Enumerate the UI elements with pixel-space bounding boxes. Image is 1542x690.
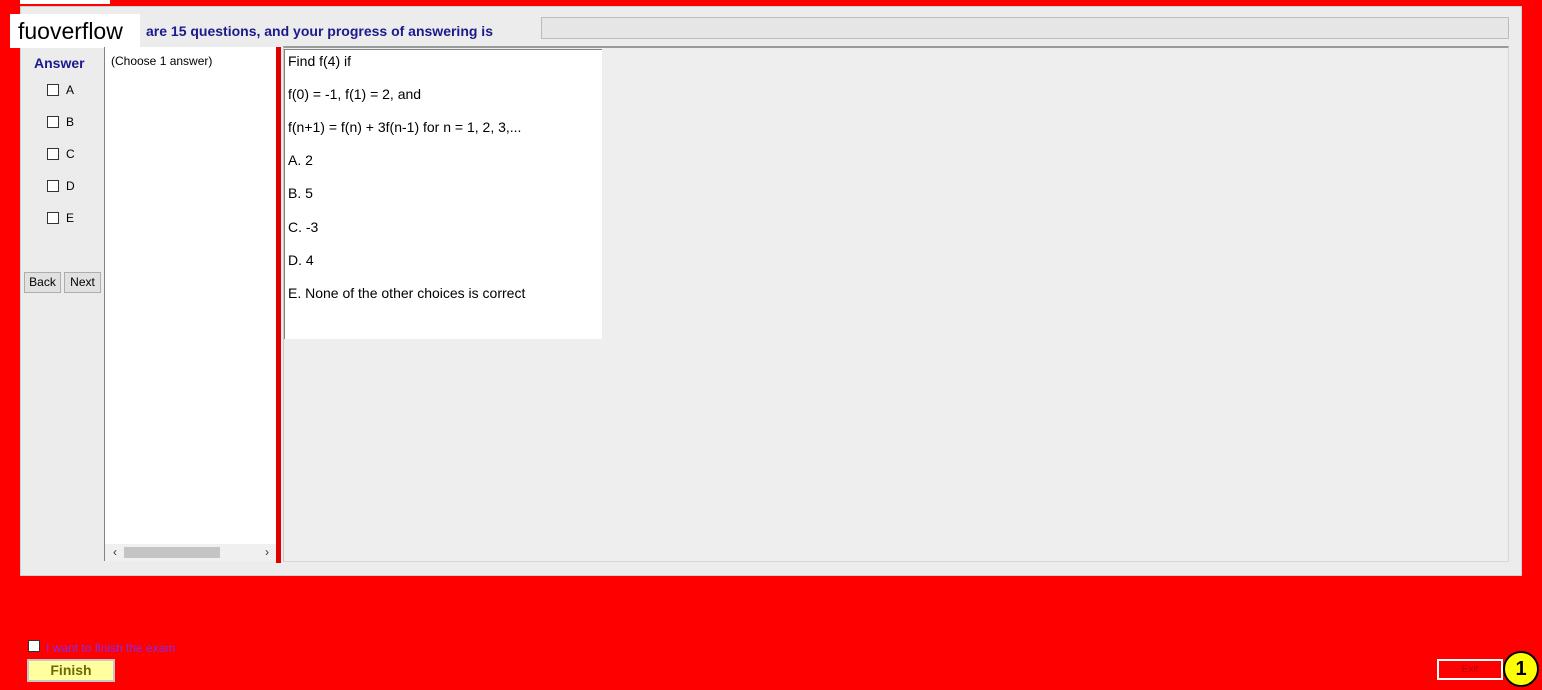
option-b-label: B: [66, 115, 75, 129]
top-strip: [20, 0, 110, 4]
option-d-checkbox[interactable]: [47, 180, 59, 192]
choice-line: C. -3: [288, 219, 319, 235]
exit-button[interactable]: Exit: [1437, 659, 1503, 680]
choose-panel: (Choose 1 answer) ‹ ›: [104, 47, 276, 561]
question-line: f(0) = -1, f(1) = 2, and: [288, 86, 422, 102]
question-line: Find f(4) if: [288, 53, 352, 69]
choice-line: B. 5: [288, 185, 313, 201]
scroll-right-icon[interactable]: ›: [259, 544, 275, 561]
option-a-checkbox[interactable]: [47, 84, 59, 96]
finish-exam-checkbox[interactable]: [28, 640, 40, 652]
choice-line: D. 4: [288, 252, 314, 268]
progress-bar: [541, 17, 1509, 39]
back-button[interactable]: Back: [24, 272, 61, 293]
next-button[interactable]: Next: [64, 272, 101, 293]
question-count-badge: 1: [1503, 651, 1539, 687]
option-e-checkbox[interactable]: [47, 212, 59, 224]
option-c-checkbox[interactable]: [47, 148, 59, 160]
choice-line: A. 2: [288, 152, 313, 168]
finish-exam-label[interactable]: I want to finish the exam: [46, 641, 175, 655]
finish-button[interactable]: Finish: [27, 659, 115, 682]
choice-line: E. None of the other choices is correct: [288, 285, 526, 301]
answer-label: Answer: [34, 55, 85, 71]
scrollbar-thumb[interactable]: [124, 547, 220, 558]
option-a-label: A: [66, 83, 75, 97]
option-b-checkbox[interactable]: [47, 116, 59, 128]
horizontal-scrollbar[interactable]: ‹ ›: [105, 544, 276, 561]
option-c-label: C: [66, 147, 75, 161]
progress-text: are 15 questions, and your progress of a…: [146, 23, 493, 39]
logo: fuoverflow: [10, 14, 140, 48]
panel-splitter[interactable]: [276, 47, 281, 563]
question-box: Find f(4) if f(0) = -1, f(1) = 2, and f(…: [284, 49, 602, 339]
choose-instruction: (Choose 1 answer): [111, 54, 213, 68]
scroll-left-icon[interactable]: ‹: [107, 544, 123, 561]
option-e-label: E: [66, 211, 75, 225]
option-d-label: D: [66, 179, 75, 193]
question-line: f(n+1) = f(n) + 3f(n-1) for n = 1, 2, 3,…: [288, 119, 522, 135]
